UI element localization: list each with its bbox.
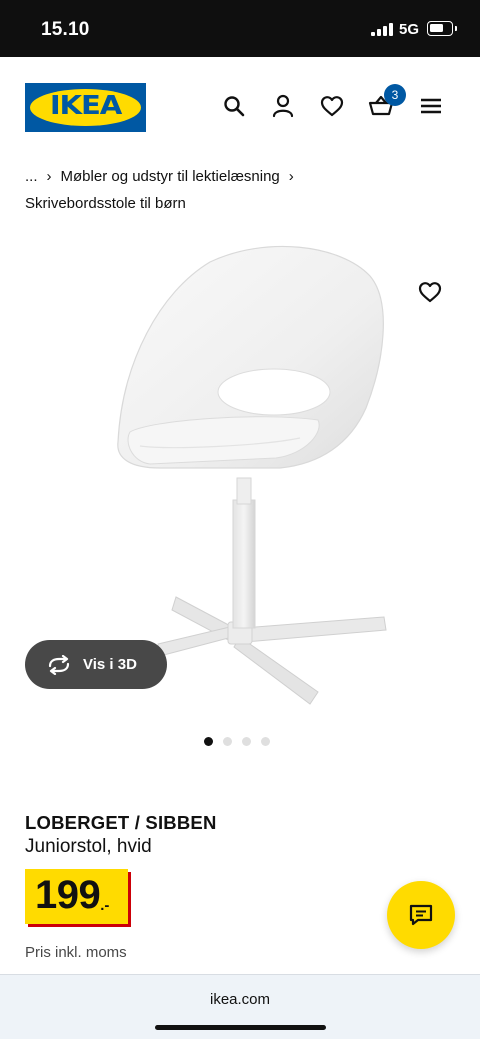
product-gallery[interactable]: Vis i 3D <box>0 232 480 722</box>
gallery-dot[interactable] <box>242 737 251 746</box>
breadcrumb-ellipsis[interactable]: ... <box>25 168 38 185</box>
account-icon[interactable] <box>271 93 295 119</box>
heart-icon <box>418 282 442 303</box>
status-time: 15.10 <box>41 19 90 40</box>
add-to-favourites-button[interactable] <box>416 278 444 306</box>
browser-url-bar[interactable]: ikea.com <box>0 974 480 1039</box>
view-in-3d-button[interactable]: Vis i 3D <box>25 640 167 689</box>
price-suffix: .- <box>100 897 110 914</box>
favourites-icon[interactable] <box>319 93 345 119</box>
battery-icon <box>427 21 457 36</box>
gallery-dot[interactable] <box>261 737 270 746</box>
product-description: Juniorstol, hvid <box>25 836 152 857</box>
breadcrumb-current[interactable]: Skrivebordsstole til børn <box>25 195 186 212</box>
url-text: ikea.com <box>209 991 271 1008</box>
signal-icon <box>371 23 393 36</box>
chevron-right-icon: › <box>288 168 294 185</box>
price-tag: 199 .- <box>25 869 128 924</box>
status-bar: 15.10 5G <box>0 0 480 57</box>
chat-icon <box>409 904 433 926</box>
site-header: IKEA 3 <box>0 57 480 157</box>
gallery-pagination <box>204 737 270 747</box>
product-name: LOBERGET / SIBBEN <box>25 812 217 833</box>
home-indicator <box>155 1025 326 1030</box>
logo-wordmark: IKEA <box>49 91 122 121</box>
rotate-3d-icon <box>48 654 70 675</box>
cart-count-badge: 3 <box>384 84 406 106</box>
breadcrumb-category-link[interactable]: Møbler og udstyr til lektielæsning <box>61 168 280 185</box>
menu-icon[interactable] <box>419 93 443 119</box>
gallery-dot[interactable] <box>204 737 213 746</box>
price-value: 199 <box>35 873 101 917</box>
ikea-logo[interactable]: IKEA <box>25 83 146 132</box>
network-type: 5G <box>399 21 420 38</box>
search-icon[interactable] <box>222 93 246 119</box>
breadcrumb: ... › Møbler og udstyr til lektielæsning › … <box>25 163 465 217</box>
view-in-3d-label: Vis i 3D <box>83 656 137 673</box>
gallery-dot[interactable] <box>223 737 232 746</box>
chat-button[interactable] <box>387 881 455 949</box>
chevron-right-icon: › <box>46 168 52 185</box>
price-note: Pris inkl. moms <box>25 944 127 961</box>
